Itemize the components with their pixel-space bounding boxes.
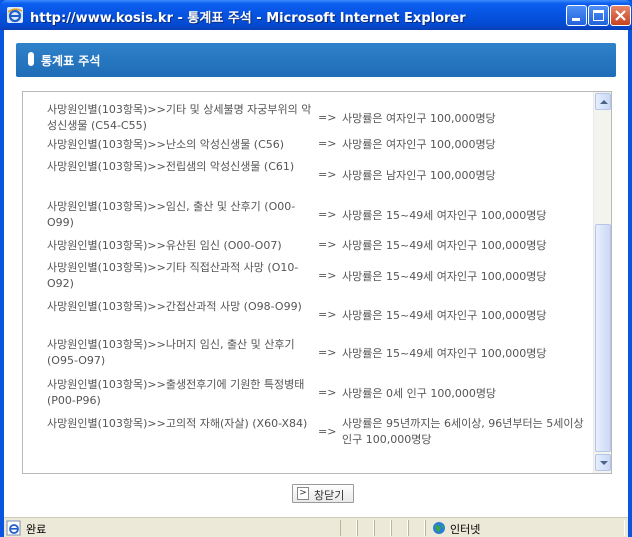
status-divider	[408, 520, 425, 536]
note-arrow: =>	[318, 308, 337, 321]
note-category: 사망원인별(103항목)>>간접산과적 사망 (O98-O99)	[47, 300, 302, 313]
note-value: 사망률은 0세 인구 100,000명당	[342, 387, 497, 400]
close-window-button[interactable]	[610, 5, 631, 26]
note-category: 사망원인별(103항목)>>기타 및 상세불명 자궁부위의 악성신생물 (C54…	[47, 103, 312, 132]
note-arrow: =>	[318, 111, 337, 124]
arrow-up-icon	[600, 100, 608, 104]
note-category: 사망원인별(103항목)>>난소의 악성신생물 (C56)	[47, 138, 285, 151]
header-bar: 통계표 주석	[16, 43, 616, 77]
status-text: 완료	[26, 523, 47, 536]
note-value: 사망률은 여자인구 100,000명당	[342, 138, 496, 151]
note-value: 사망률은 15~49세 여자인구 100,000명당	[342, 270, 547, 283]
note-value: 사망률은 15~49세 여자인구 100,000명당	[342, 347, 547, 360]
minimize-button[interactable]	[566, 5, 587, 26]
globe-icon	[433, 522, 445, 534]
header-bullet-icon	[28, 52, 34, 66]
close-page-button[interactable]: > 창닫기	[292, 484, 354, 503]
status-divider	[391, 520, 408, 536]
notes-panel: 사망원인별(103항목)>>기타 및 상세불명 자궁부위의 악성신생물 (C54…	[22, 91, 612, 474]
maximize-button[interactable]	[588, 5, 609, 26]
note-arrow: =>	[318, 425, 337, 438]
page-title: 통계표 주석	[41, 54, 101, 68]
title-bar[interactable]: http://www.kosis.kr - 통계표 주석 - Microsoft…	[0, 0, 632, 30]
note-arrow: =>	[318, 137, 337, 150]
status-divider	[340, 520, 357, 536]
status-bar: 완료 인터넷	[4, 517, 628, 537]
scroll-down-button[interactable]	[595, 454, 611, 471]
note-value: 사망률은 15~49세 여자인구 100,000명당	[342, 239, 547, 252]
note-category: 사망원인별(103항목)>>기타 직접산과적 사망 (O10-O92)	[47, 261, 299, 290]
close-button-label: 창닫기	[314, 489, 345, 502]
note-value: 사망률은 95년까지는 6세이상, 96년부터는 5세이상 인구 100,000…	[342, 417, 584, 446]
arrow-down-icon	[600, 461, 608, 465]
chevron-right-icon: >	[297, 487, 309, 500]
maximize-icon	[593, 10, 604, 21]
note-value: 사망률은 15~49세 여자인구 100,000명당	[342, 309, 547, 322]
status-divider	[357, 520, 374, 536]
vertical-scrollbar[interactable]	[593, 92, 611, 473]
notes-list: 사망원인별(103항목)>>기타 및 상세불명 자궁부위의 악성신생물 (C54…	[23, 92, 593, 473]
close-icon	[615, 10, 626, 21]
window-title: http://www.kosis.kr - 통계표 주석 - Microsoft…	[30, 11, 466, 26]
page-content: 통계표 주석 사망원인별(103항목)>>기타 및 상세불명 자궁부위의 악성신…	[4, 30, 628, 517]
note-arrow: =>	[318, 208, 337, 221]
note-arrow: =>	[318, 238, 337, 251]
note-arrow: =>	[318, 386, 337, 399]
note-category: 사망원인별(103항목)>>고의적 자해(자살) (X60-X84)	[47, 417, 308, 430]
note-category: 사망원인별(103항목)>>임신, 출산 및 산후기 (O00-O99)	[47, 200, 296, 229]
scroll-thumb[interactable]	[595, 224, 611, 452]
note-arrow: =>	[318, 269, 337, 282]
scroll-up-button[interactable]	[595, 93, 611, 110]
note-value: 사망률은 15~49세 여자인구 100,000명당	[342, 209, 547, 222]
status-divider	[374, 520, 391, 536]
security-zone-text: 인터넷	[450, 523, 481, 536]
minimize-icon	[572, 18, 580, 21]
browser-window: http://www.kosis.kr - 통계표 주석 - Microsoft…	[0, 0, 632, 537]
note-arrow: =>	[318, 346, 337, 359]
note-category: 사망원인별(103항목)>>전립샘의 악성신생물 (C61)	[47, 160, 295, 173]
note-value: 사망률은 여자인구 100,000명당	[342, 112, 496, 125]
ie-icon	[7, 7, 23, 23]
note-category: 사망원인별(103항목)>>유산된 임신 (O00-O07)	[47, 239, 282, 252]
note-arrow: =>	[318, 168, 337, 181]
ie-page-icon	[6, 520, 21, 536]
note-value: 사망률은 남자인구 100,000명당	[342, 169, 496, 182]
note-category: 사망원인별(103항목)>>나머지 임신, 출산 및 산후기 (O95-O97)	[47, 338, 295, 367]
note-category: 사망원인별(103항목)>>출생전후기에 기원한 특정병태 (P00-P96)	[47, 378, 305, 407]
